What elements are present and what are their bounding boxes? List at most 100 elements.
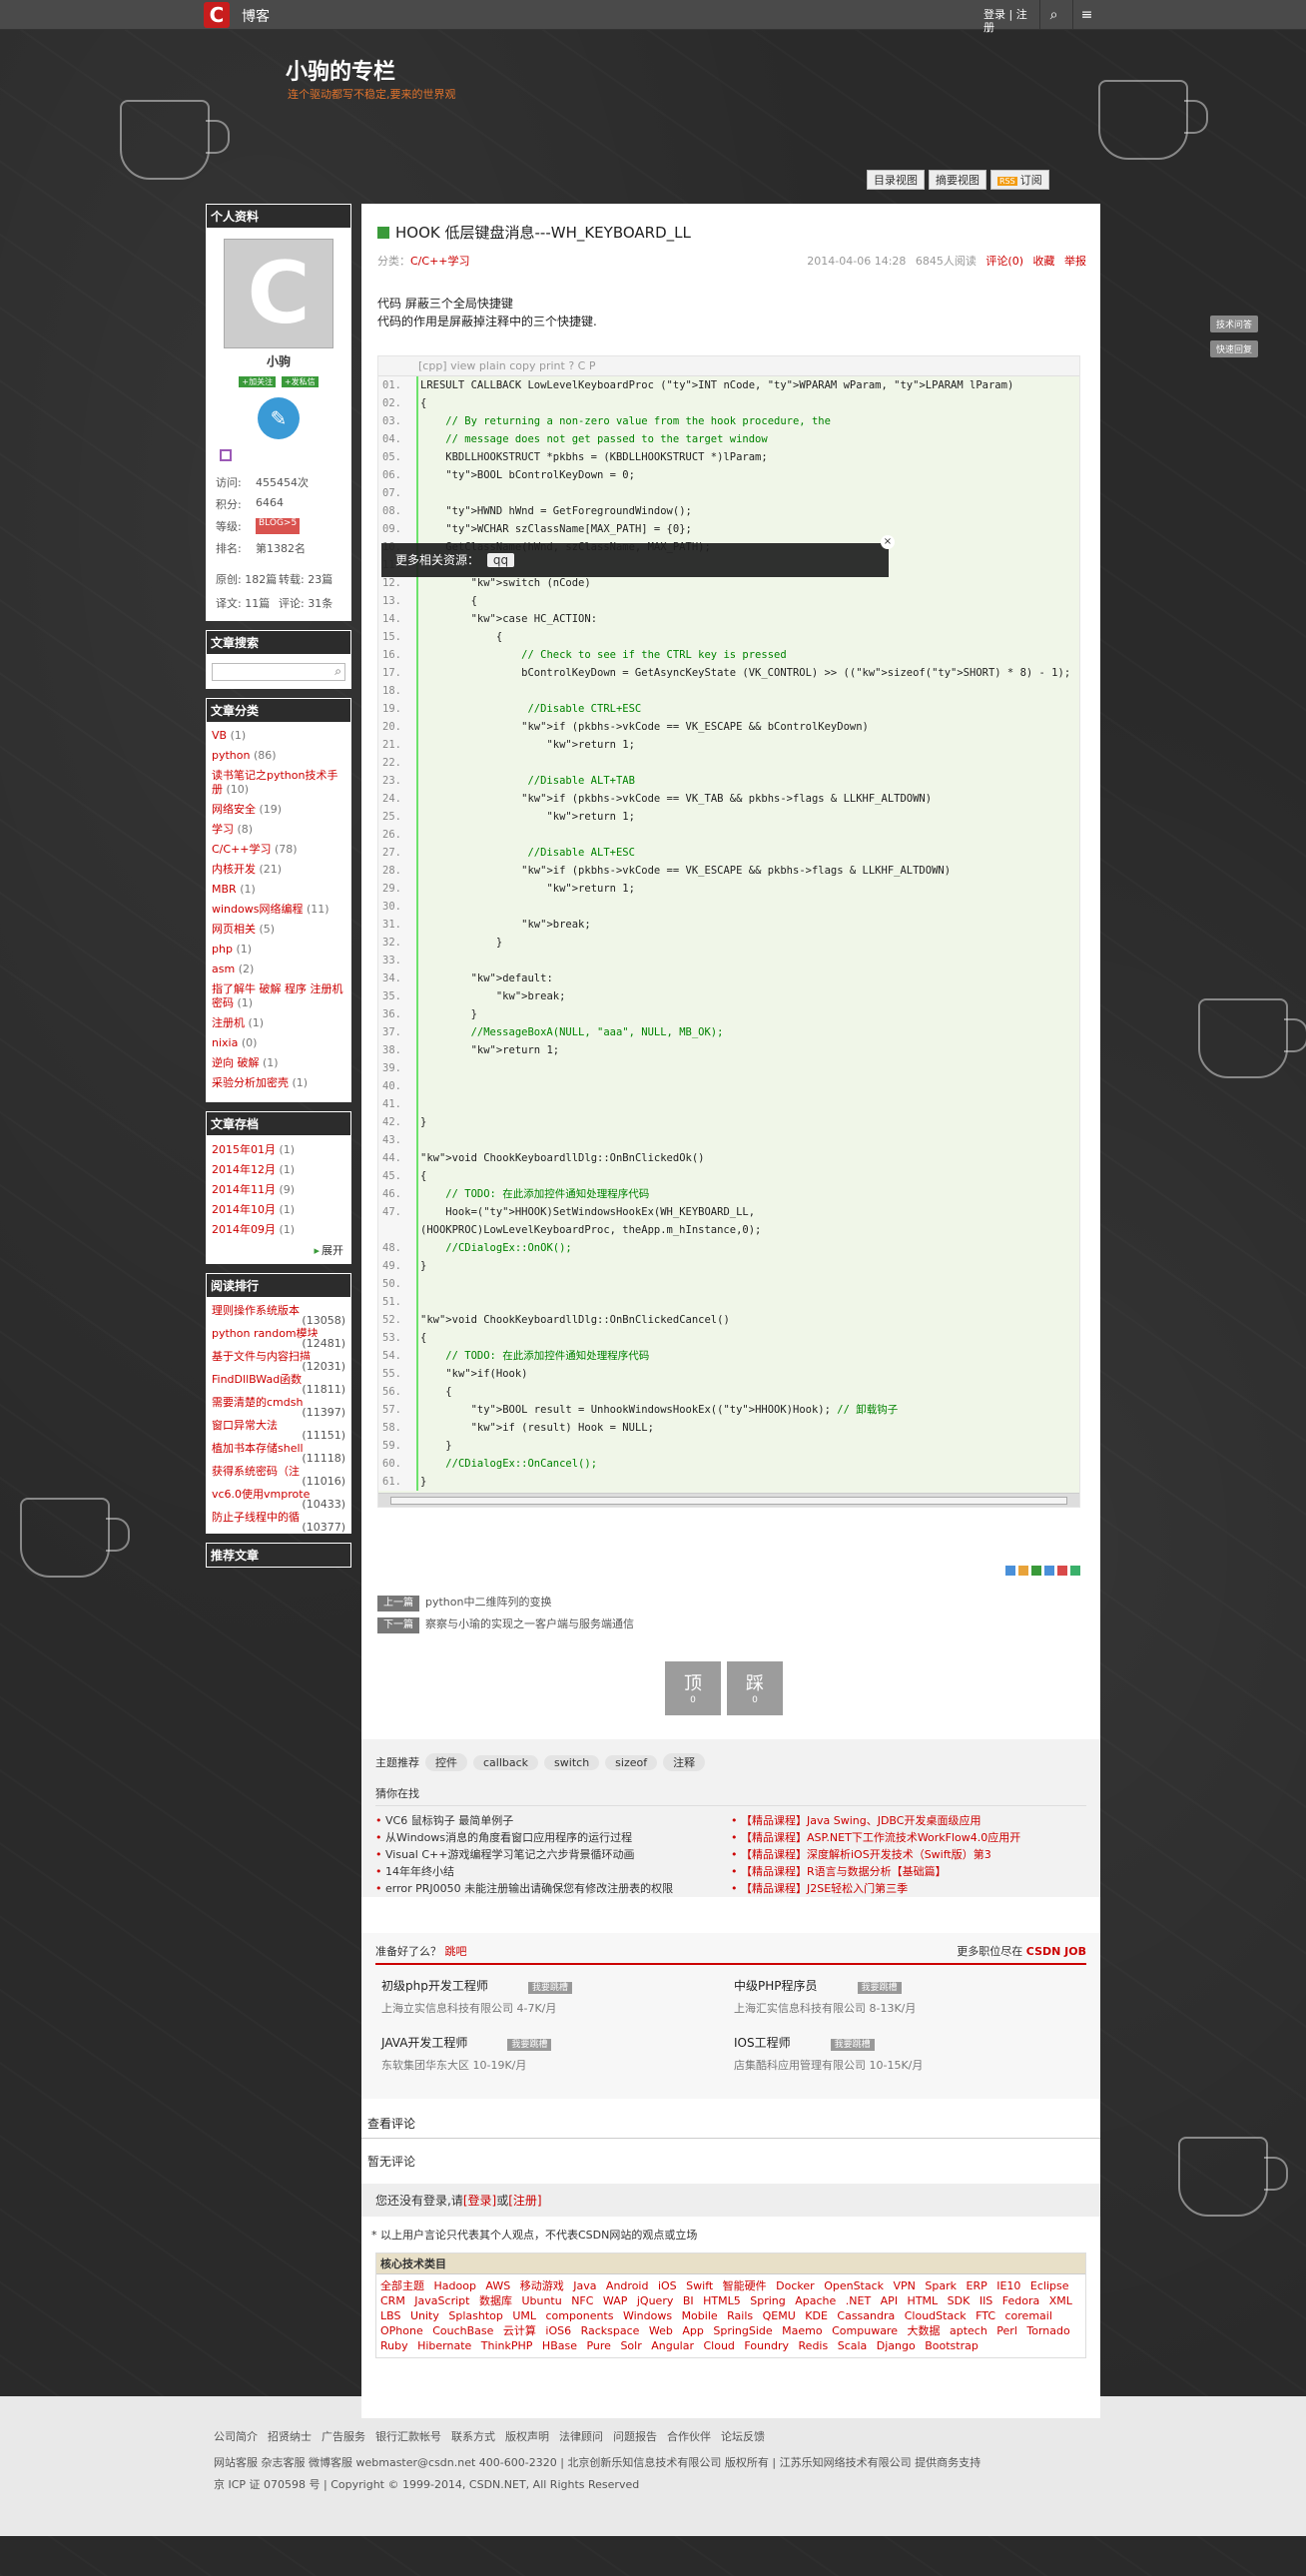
- badge-icon[interactable]: [220, 449, 232, 461]
- ranking-item[interactable]: 窗口异常大法 (11151): [206, 1419, 351, 1442]
- job-action[interactable]: 跳吧: [445, 1945, 467, 1958]
- category-item[interactable]: 内核开发 (21): [212, 863, 345, 877]
- share-more-icon[interactable]: [1070, 1566, 1080, 1576]
- archive-item[interactable]: 2014年12月 (1): [206, 1160, 351, 1180]
- related-item[interactable]: 从Windows消息的角度看窗口应用程序的运行过程: [375, 1829, 731, 1846]
- footer-link[interactable]: 论坛反馈: [721, 2430, 765, 2443]
- catalog-view-button[interactable]: 目录视图: [867, 170, 925, 190]
- next-article-link[interactable]: 察察与小瑜的实现之一客户端与服务端通信: [425, 1617, 634, 1630]
- article-title[interactable]: HOOK 低层键盘消息---WH_KEYBOARD_LL: [377, 222, 1086, 243]
- category-item[interactable]: 读书笔记之python技术手册 (10): [212, 769, 345, 797]
- category-item[interactable]: python (86): [212, 749, 345, 763]
- related-course[interactable]: 【精品课程】Java Swing、JDBC开发桌面级应用: [731, 1812, 1086, 1829]
- job-title[interactable]: IOS工程师 我要跳槽: [734, 2034, 1086, 2051]
- report-link[interactable]: 举报: [1064, 255, 1086, 268]
- share-tqq-icon[interactable]: [1044, 1566, 1054, 1576]
- footer-link[interactable]: 广告服务: [322, 2430, 365, 2443]
- archive-item[interactable]: 2014年09月 (1): [206, 1220, 351, 1240]
- search-icon[interactable]: ⌕: [1039, 0, 1067, 30]
- related-item[interactable]: VC6 鼠标钩子 最简单例子: [375, 1812, 731, 1829]
- job-item[interactable]: 初级php开发工程师 我要跳槽 上海立实信息科技有限公司 4-7K/月: [381, 1977, 734, 2016]
- category-item[interactable]: php (1): [212, 943, 345, 957]
- ranking-item[interactable]: 植加书本存储shell (11118): [206, 1442, 351, 1465]
- menu-icon[interactable]: ≡: [1072, 0, 1100, 30]
- category-item[interactable]: VB (1): [212, 729, 345, 743]
- related-course[interactable]: 【精品课程】ASP.NET下工作流技术WorkFlow4.0应用开: [731, 1829, 1086, 1846]
- related-course[interactable]: 【精品课程】J2SE轻松入门第三季: [731, 1880, 1086, 1897]
- archive-item[interactable]: 2015年01月 (1): [206, 1140, 351, 1160]
- apply-button[interactable]: 我要跳槽: [527, 1982, 572, 1994]
- apply-button[interactable]: 我要跳槽: [857, 1982, 902, 1994]
- footer-link[interactable]: 问题报告: [613, 2430, 657, 2443]
- archive-item[interactable]: 2014年10月 (1): [206, 1200, 351, 1220]
- category-item[interactable]: 网页相关 (5): [212, 923, 345, 937]
- tech-qa-button[interactable]: 技术问答: [1210, 316, 1259, 332]
- share-wechat-icon[interactable]: [1031, 1566, 1041, 1576]
- topic-tag[interactable]: 控件: [425, 1753, 467, 1771]
- topic-tag[interactable]: callback: [473, 1755, 539, 1770]
- footer-link[interactable]: 招贤纳士: [268, 2430, 312, 2443]
- job-title[interactable]: JAVA开发工程师 我要跳槽: [381, 2034, 734, 2051]
- category-link[interactable]: C/C++学习: [410, 255, 470, 268]
- expand-link[interactable]: 展开: [206, 1240, 351, 1264]
- footer-link[interactable]: 版权声明: [505, 2430, 549, 2443]
- category-item[interactable]: 注册机 (1): [212, 1016, 345, 1030]
- category-item[interactable]: 逆向 破解 (1): [212, 1056, 345, 1070]
- footer-link[interactable]: 银行汇款帐号: [375, 2430, 441, 2443]
- ranking-item[interactable]: 防止子线程中的循 (10377): [206, 1511, 351, 1534]
- related-item[interactable]: Visual C++游戏编程学习笔记之六步背景循环动画: [375, 1846, 731, 1863]
- code-toolbar[interactable]: [cpp] view plain copy print ? C P: [378, 356, 1079, 376]
- close-icon[interactable]: ×: [881, 535, 895, 549]
- category-item[interactable]: asm (2): [212, 963, 345, 976]
- topic-tag[interactable]: sizeof: [605, 1755, 658, 1770]
- ranking-item[interactable]: python random模块 (12481): [206, 1327, 351, 1350]
- related-item[interactable]: 14年年终小结: [375, 1863, 731, 1880]
- category-item[interactable]: 指了解牛 破解 程序 注册机 密码 (1): [212, 982, 345, 1010]
- share-renren-icon[interactable]: [1057, 1566, 1067, 1576]
- footer-link[interactable]: 公司简介: [214, 2430, 258, 2443]
- login-link[interactable]: [登录]: [463, 2194, 496, 2208]
- ranking-item[interactable]: 理则操作系统版本 (13058): [206, 1304, 351, 1327]
- related-item[interactable]: error PRJ0050 未能注册输出请确保您有修改注册表的权限: [375, 1880, 731, 1897]
- avatar[interactable]: C: [224, 239, 333, 348]
- category-item[interactable]: windows网络编程 (11): [212, 903, 345, 917]
- job-title[interactable]: 初级php开发工程师 我要跳槽: [381, 1977, 734, 1994]
- category-item[interactable]: 网络安全 (19): [212, 803, 345, 817]
- category-item[interactable]: C/C++学习 (78): [212, 843, 345, 857]
- ranking-item[interactable]: FindDllBWad函数 (11811): [206, 1373, 351, 1396]
- horizontal-scrollbar[interactable]: [378, 1493, 1079, 1507]
- quick-reply-button[interactable]: 快速回复: [1210, 340, 1259, 357]
- ranking-item[interactable]: 获得系统密码（注 (11016): [206, 1465, 351, 1488]
- job-title[interactable]: 中级PHP程序员 我要跳槽: [734, 1977, 1086, 1994]
- comment-link[interactable]: 评论(0): [985, 255, 1023, 268]
- ranking-item[interactable]: 需要清楚的cmdsh (11397): [206, 1396, 351, 1419]
- username[interactable]: 小驹: [206, 352, 351, 369]
- apply-button[interactable]: 我要跳槽: [507, 2039, 552, 2051]
- footer-link[interactable]: 联系方式: [451, 2430, 495, 2443]
- apply-button[interactable]: 我要跳槽: [830, 2039, 875, 2051]
- share-weibo-icon[interactable]: [1018, 1566, 1028, 1576]
- topic-tag[interactable]: switch: [544, 1755, 600, 1770]
- related-course[interactable]: 【精品课程】深度解析iOS开发技术（Swift版）第3: [731, 1846, 1086, 1863]
- topic-tag[interactable]: 注释: [663, 1753, 706, 1771]
- scrollbar-thumb[interactable]: [390, 1497, 1067, 1505]
- message-button[interactable]: +发私信: [281, 376, 319, 387]
- share-qzone-icon[interactable]: [1005, 1566, 1015, 1576]
- search-input[interactable]: [212, 663, 345, 681]
- feather-medal-icon[interactable]: ✎: [258, 397, 300, 439]
- ranking-item[interactable]: 基于文件与内容扫描 (12031): [206, 1350, 351, 1373]
- csdn-job-link[interactable]: CSDN JOB: [1026, 1945, 1086, 1958]
- category-item[interactable]: nixia (0): [212, 1036, 345, 1050]
- follow-button[interactable]: +加关注: [239, 376, 277, 387]
- job-item[interactable]: IOS工程师 我要跳槽 店集酷科应用管理有限公司 10-15K/月: [734, 2034, 1086, 2073]
- footer-link[interactable]: 法律顾问: [559, 2430, 603, 2443]
- csdn-logo[interactable]: C: [204, 2, 230, 28]
- register-link[interactable]: [注册]: [508, 2194, 541, 2208]
- core-keywords[interactable]: 全部主题 Hadoop AWS 移动游戏 Java Android iOS Sw…: [376, 2274, 1085, 2357]
- job-item[interactable]: 中级PHP程序员 我要跳槽 上海汇实信息科技有限公司 8-13K/月: [734, 1977, 1086, 2016]
- category-item[interactable]: 采验分析加密壳 (1): [212, 1076, 345, 1090]
- job-item[interactable]: JAVA开发工程师 我要跳槽 东软集团华东大区 10-19K/月: [381, 2034, 734, 2073]
- category-item[interactable]: 学习 (8): [212, 823, 345, 837]
- category-item[interactable]: MBR (1): [212, 883, 345, 897]
- summary-view-button[interactable]: 摘要视图: [929, 170, 986, 190]
